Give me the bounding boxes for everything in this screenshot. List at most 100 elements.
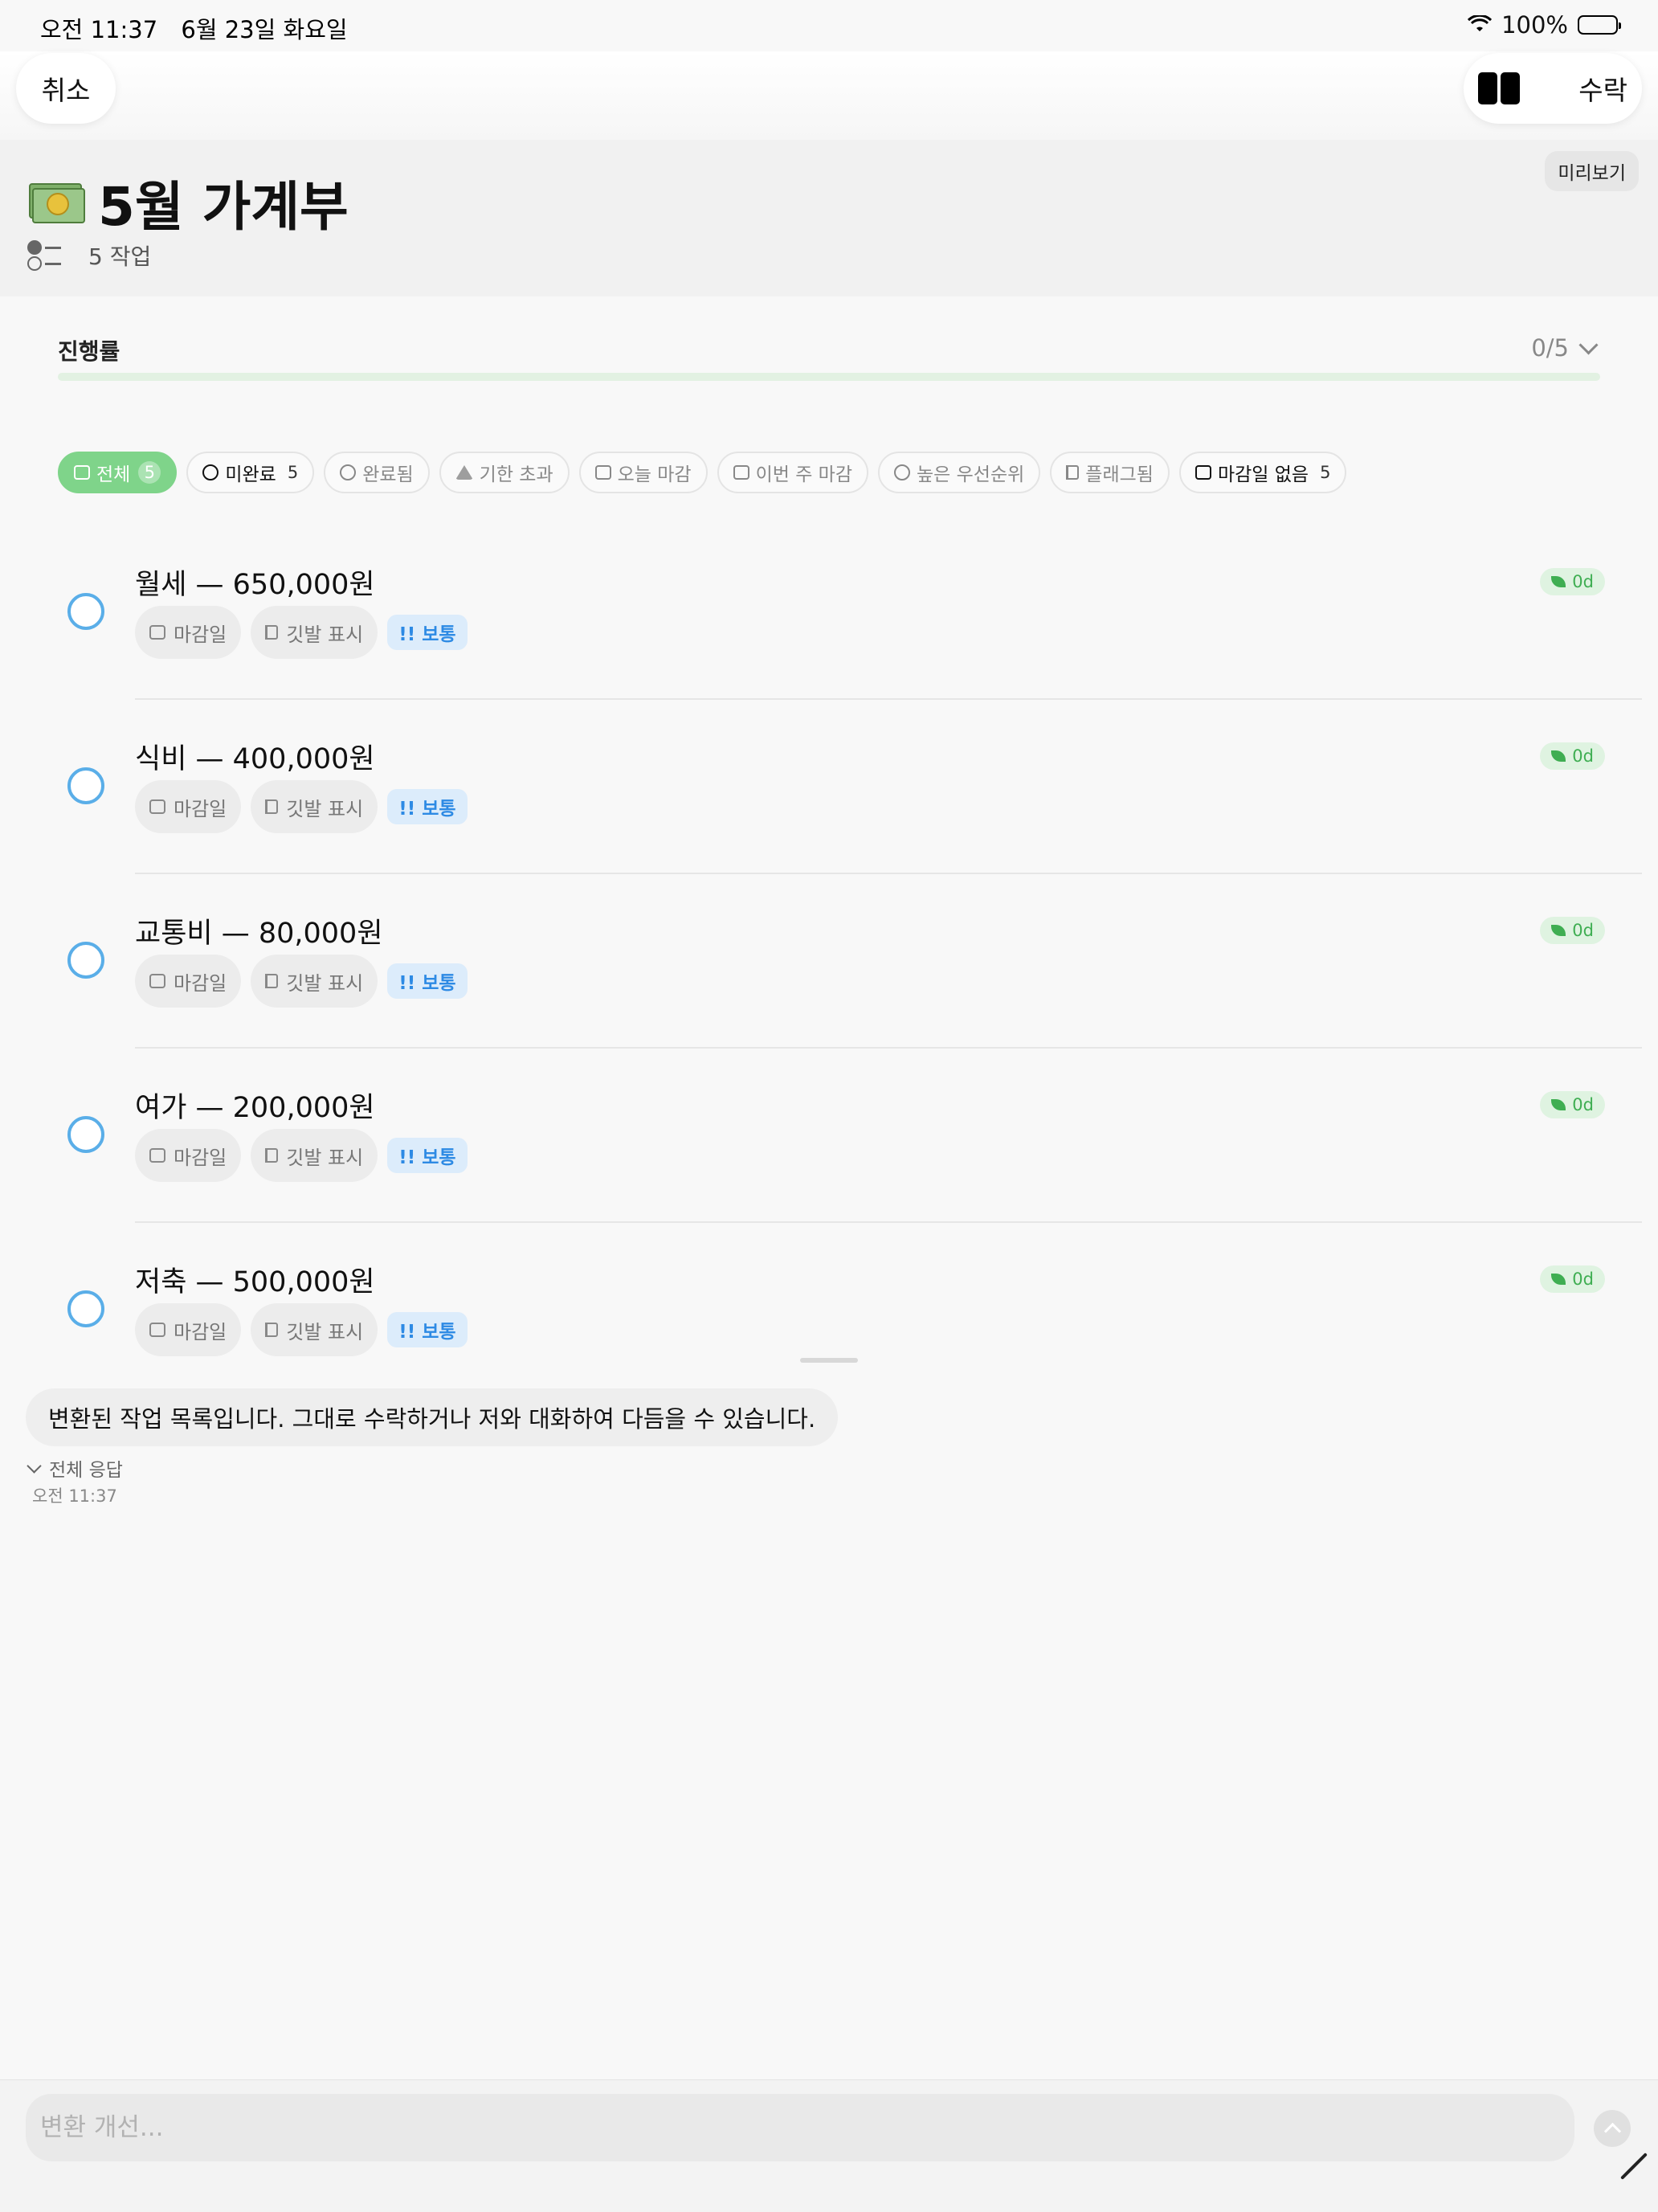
task-row: 식비 — 400,000원 마감일 깃발 표시 !! 보통 0d — [0, 712, 1658, 886]
status-badge: 0d — [1540, 742, 1605, 770]
full-response-toggle[interactable]: 전체 응답 — [27, 1454, 123, 1482]
nav-right-group: 수락 — [1464, 53, 1642, 124]
tag-label: 깃발 표시 — [286, 797, 364, 820]
filter-overdue[interactable]: 기한 초과 — [439, 452, 570, 493]
divider — [135, 873, 1642, 874]
flag-icon — [265, 799, 279, 814]
badge-label: 0d — [1572, 1095, 1594, 1114]
task-count: 5 작업 — [88, 243, 152, 270]
battery-icon — [1578, 15, 1621, 35]
tag-label: 깃발 표시 — [286, 971, 364, 995]
filter-all[interactable]: 전체 5 — [58, 452, 178, 493]
task-row: 저축 — 500,000원 마감일 깃발 표시 !! 보통 0d — [0, 1235, 1658, 1356]
progress-toggle[interactable]: 0/5 — [1531, 334, 1599, 362]
flag-tag[interactable]: 깃발 표시 — [251, 1129, 378, 1182]
task-name[interactable]: 식비 — 400,000원 — [135, 736, 375, 777]
chevron-down-icon — [1578, 334, 1599, 355]
status-bar: 오전 11:37 6월 23일 화요일 100% — [0, 0, 1658, 51]
flag-icon — [1066, 465, 1080, 480]
send-button[interactable] — [1594, 2110, 1631, 2147]
arrow-up-icon — [1603, 2122, 1621, 2140]
priority-tag[interactable]: !! 보통 — [387, 1138, 468, 1173]
filter-flagged[interactable]: 플래그됨 — [1050, 452, 1170, 493]
task-row: 여가 — 200,000원 마감일 깃발 표시 !! 보통 0d — [0, 1061, 1658, 1235]
resize-handle[interactable] — [800, 1358, 858, 1363]
list-header: 5월 가계부 미리보기 5 작업 — [0, 140, 1658, 296]
filter-due-today[interactable]: 오늘 마감 — [578, 452, 708, 493]
refine-input[interactable] — [26, 2094, 1574, 2161]
inbox-icon — [74, 465, 90, 480]
filter-label: 플래그됨 — [1085, 464, 1154, 485]
flag-tag[interactable]: 깃발 표시 — [251, 1303, 378, 1356]
filter-no-due-date[interactable]: 마감일 없음 5 — [1178, 452, 1347, 493]
due-date-tag[interactable]: 마감일 — [135, 606, 242, 659]
message-timestamp: 오전 11:37 — [32, 1486, 117, 1506]
priority-tag[interactable]: !! 보통 — [387, 789, 468, 824]
filter-completed[interactable]: 완료됨 — [324, 452, 430, 493]
badge-label: 0d — [1572, 921, 1594, 940]
due-date-tag[interactable]: 마감일 — [135, 780, 242, 833]
preview-button[interactable]: 미리보기 — [1545, 151, 1639, 191]
priority-tag[interactable]: !! 보통 — [387, 963, 468, 999]
task-row: 월세 — 650,000원 마감일 깃발 표시 !! 보통 0d — [0, 538, 1658, 712]
warning-icon — [455, 465, 473, 480]
filter-due-this-week[interactable]: 이번 주 마감 — [717, 452, 869, 493]
flag-tag[interactable]: 깃발 표시 — [251, 780, 378, 833]
flag-icon — [265, 974, 279, 988]
chevron-down-icon — [27, 1458, 42, 1474]
priority-tag[interactable]: !! 보통 — [387, 615, 468, 650]
due-date-tag[interactable]: 마감일 — [135, 1303, 242, 1356]
flag-tag[interactable]: 깃발 표시 — [251, 955, 378, 1008]
task-checkbox[interactable] — [67, 767, 104, 804]
calendar-icon — [149, 625, 165, 640]
circle-icon — [202, 464, 219, 480]
task-checkbox[interactable] — [67, 593, 104, 630]
progress-bar — [58, 373, 1600, 381]
wifi-icon — [1468, 11, 1493, 39]
filter-count: 5 — [138, 461, 161, 484]
leaf-icon — [1551, 925, 1566, 936]
task-name[interactable]: 저축 — 500,000원 — [135, 1259, 375, 1300]
task-checkbox[interactable] — [67, 1116, 104, 1153]
divider — [135, 1047, 1642, 1049]
task-name[interactable]: 교통비 — 80,000원 — [135, 910, 383, 951]
leaf-icon — [1551, 1274, 1566, 1285]
flag-icon — [265, 625, 279, 640]
task-name[interactable]: 여가 — 200,000원 — [135, 1085, 375, 1126]
leaf-icon — [1551, 1099, 1566, 1110]
calendar-icon — [149, 1148, 165, 1163]
filter-incomplete[interactable]: 미완료 5 — [186, 452, 315, 493]
filter-count: 5 — [1320, 463, 1331, 482]
task-name[interactable]: 월세 — 650,000원 — [135, 562, 375, 603]
cancel-button[interactable]: 취소 — [16, 53, 116, 124]
page-title: 5월 가계부 — [98, 176, 349, 238]
battery-percent: 100% — [1501, 11, 1568, 39]
badge-label: 0d — [1572, 746, 1594, 766]
filter-label: 전체 — [96, 464, 131, 485]
leaf-icon — [1551, 576, 1566, 587]
task-checkbox[interactable] — [67, 942, 104, 979]
task-checkbox[interactable] — [67, 1290, 104, 1327]
calendar-icon — [733, 465, 749, 480]
calendar-clock-icon — [594, 465, 611, 480]
status-badge: 0d — [1540, 568, 1605, 595]
tag-label: 마감일 — [174, 1320, 227, 1343]
accept-button[interactable]: 수락 — [1578, 69, 1627, 108]
badge-label: 0d — [1572, 572, 1594, 591]
split-view-icon[interactable] — [1478, 72, 1520, 104]
priority-tag[interactable]: !! 보통 — [387, 1312, 468, 1347]
calendar-icon — [149, 799, 165, 814]
filter-chips: 전체 5 미완료 5 완료됨 기한 초과 오늘 마감 이번 주 마감 높은 우선… — [58, 452, 1347, 493]
calendar-off-icon — [1194, 465, 1211, 480]
due-date-tag[interactable]: 마감일 — [135, 955, 242, 1008]
status-badge: 0d — [1540, 1091, 1605, 1118]
divider — [135, 698, 1642, 700]
status-badge: 0d — [1540, 1265, 1605, 1293]
progress-value: 0/5 — [1531, 334, 1569, 362]
filter-label: 이번 주 마감 — [755, 464, 853, 485]
due-date-tag[interactable]: 마감일 — [135, 1129, 242, 1182]
full-response-label: 전체 응답 — [49, 1460, 123, 1481]
flag-tag[interactable]: 깃발 표시 — [251, 606, 378, 659]
filter-high-priority[interactable]: 높은 우선순위 — [878, 452, 1041, 493]
tag-label: 마감일 — [174, 971, 227, 995]
